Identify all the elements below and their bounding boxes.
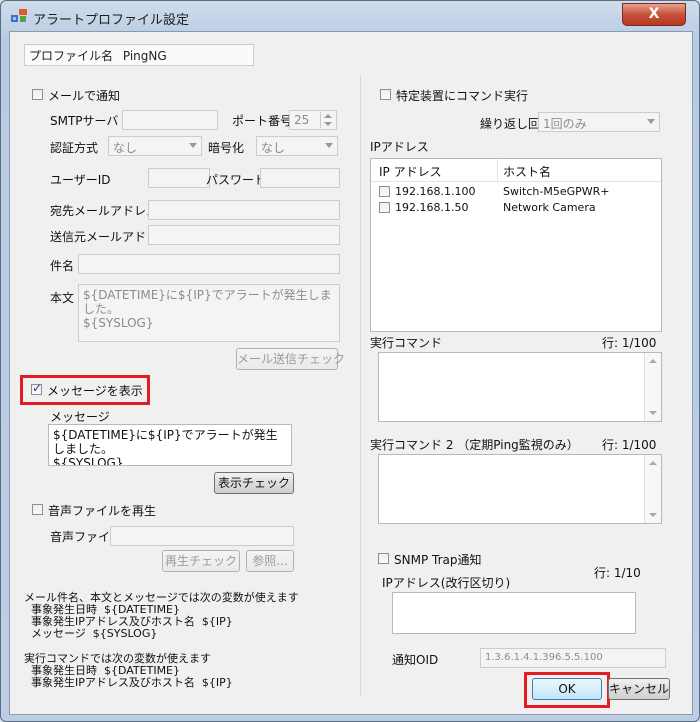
row-host: Switch-M5eGPWR+ [503,185,610,198]
row-checkbox[interactable] [379,202,390,213]
row-ip: 192.168.1.50 [395,201,469,214]
auth-select[interactable]: なし [108,136,202,156]
play-sound-checkbox[interactable] [32,504,43,515]
port-value: 25 [294,113,310,127]
to-address-label: 宛先メールアドレス [50,204,159,218]
ip-host-listview[interactable]: IP アドレス ホスト名 192.168.1.100 Switch-M5eGPW… [370,158,662,332]
profile-name-value: PingNG [122,49,167,63]
variables-note-2: 実行コマンドでは次の変数が使えます 事象発生日時 ${DATETIME} 事象発… [24,652,233,689]
password-label: パスワード [206,173,267,187]
ok-button[interactable]: OK [532,678,602,700]
body-line-2: ${SYSLOG} [83,316,154,330]
close-button[interactable]: X [622,3,686,26]
auth-label: 認証方式 [50,141,99,155]
snmp-ip-textarea[interactable] [392,592,636,634]
exec-command2-line-count: 行: 1/100 [602,438,657,452]
run-command-label: 特定装置にコマンド実行 [396,89,529,103]
cancel-button[interactable]: キャンセル [608,678,670,700]
userid-label: ユーザーID [50,173,111,187]
message-textarea[interactable]: ${DATETIME}に${IP}でアラートが発生しました。 ${SYSLOG} [48,424,292,466]
display-check-button[interactable]: 表示チェック [214,472,294,494]
play-sound-label: 音声ファイルを再生 [48,504,157,518]
list-item[interactable]: 192.168.1.100 Switch-M5eGPWR+ [371,185,661,200]
message-line-1: ${DATETIME}に${IP}でアラートが発生しました。 [53,428,278,456]
body-label: 本文 [50,291,75,305]
repeat-count-select[interactable]: 1回のみ [538,112,660,132]
password-input[interactable] [260,168,340,188]
browse-button[interactable]: 参照... [246,550,294,572]
snmp-ip-label: IPアドレス(改行区切り) [382,576,511,590]
mail-notify-checkbox[interactable] [32,89,43,100]
profile-name-label: プロファイル名 [29,49,114,63]
port-label: ポート番号 [232,114,293,128]
profile-name-box[interactable]: プロファイル名 PingNG [24,44,254,66]
dialog-body: プロファイル名 PingNG メールで通知 SMTPサーバ ポート番号 25 認… [9,31,693,715]
row-checkbox[interactable] [379,186,390,197]
listview-header: IP アドレス ホスト名 [371,159,661,182]
play-check-button[interactable]: 再生チェック [162,550,240,572]
snmp-line-count: 行: 1/10 [594,566,641,580]
subject-input[interactable] [78,254,340,274]
column-divider [360,76,361,696]
notify-oid-input[interactable]: 1.3.6.1.4.1.396.5.5.100 [480,648,666,668]
run-command-checkbox[interactable] [380,89,391,100]
mail-notify-label: メールで通知 [48,89,121,103]
sound-file-input[interactable] [110,526,294,546]
encrypt-select[interactable]: なし [256,136,338,156]
variables-note-1: メール件名、本文とメッセージでは次の変数が使えます 事象発生日時 ${DATET… [24,591,299,640]
notify-oid-label: 通知OID [392,653,439,667]
mail-send-check-button[interactable]: メール送信チェック [236,348,345,370]
subject-label: 件名 [50,259,75,273]
encrypt-label: 暗号化 [208,141,245,155]
ip-address-label: IPアドレス [370,140,429,154]
exec-command-scrollbar[interactable] [644,353,661,421]
from-address-input[interactable] [148,225,340,245]
row-host: Network Camera [503,201,596,214]
smtp-server-input[interactable] [122,110,218,130]
repeat-count-value: 1回のみ [543,117,587,131]
exec-command-textarea[interactable] [378,352,662,422]
body-line-1: ${DATETIME}に${IP}でアラートが発生しました。 [83,288,332,316]
port-stepper[interactable]: 25 [289,110,337,130]
auth-value: なし [113,141,138,155]
port-spin-icon[interactable] [320,112,335,128]
exec-command2-scrollbar[interactable] [644,455,661,523]
chevron-down-icon [325,143,333,148]
to-address-input[interactable] [148,200,340,220]
show-message-label: メッセージを表示 [47,384,143,398]
column-separator[interactable] [497,159,498,181]
dialog-window: アラートプロファイル設定 X プロファイル名 PingNG メールで通知 SMT… [0,0,700,722]
chevron-down-icon [647,119,655,124]
message-field-label: メッセージ [50,410,110,424]
userid-input[interactable] [148,168,210,188]
column-header-host[interactable]: ホスト名 [503,163,551,180]
list-item[interactable]: 192.168.1.50 Network Camera [371,201,661,216]
row-ip: 192.168.1.100 [395,185,476,198]
smtp-server-label: SMTPサーバ [50,114,119,128]
column-header-ip[interactable]: IP アドレス [379,163,442,180]
exec-command2-textarea[interactable] [378,454,662,524]
message-line-2: ${SYSLOG} [53,456,124,466]
window-title: アラートプロファイル設定 [33,13,190,28]
exec-command2-label: 実行コマンド 2 （定期Ping監視のみ） [370,438,579,452]
encrypt-value: なし [261,141,286,155]
chevron-down-icon [189,143,197,148]
app-icon [11,9,27,22]
title-bar[interactable]: アラートプロファイル設定 X [1,1,699,31]
exec-command-line-count: 行: 1/100 [602,336,657,350]
snmp-trap-checkbox[interactable] [378,553,389,564]
exec-command-label: 実行コマンド [370,336,443,350]
body-textarea[interactable]: ${DATETIME}に${IP}でアラートが発生しました。 ${SYSLOG} [78,284,340,342]
snmp-trap-label: SNMP Trap通知 [394,553,482,567]
show-message-checkbox[interactable] [31,381,42,395]
